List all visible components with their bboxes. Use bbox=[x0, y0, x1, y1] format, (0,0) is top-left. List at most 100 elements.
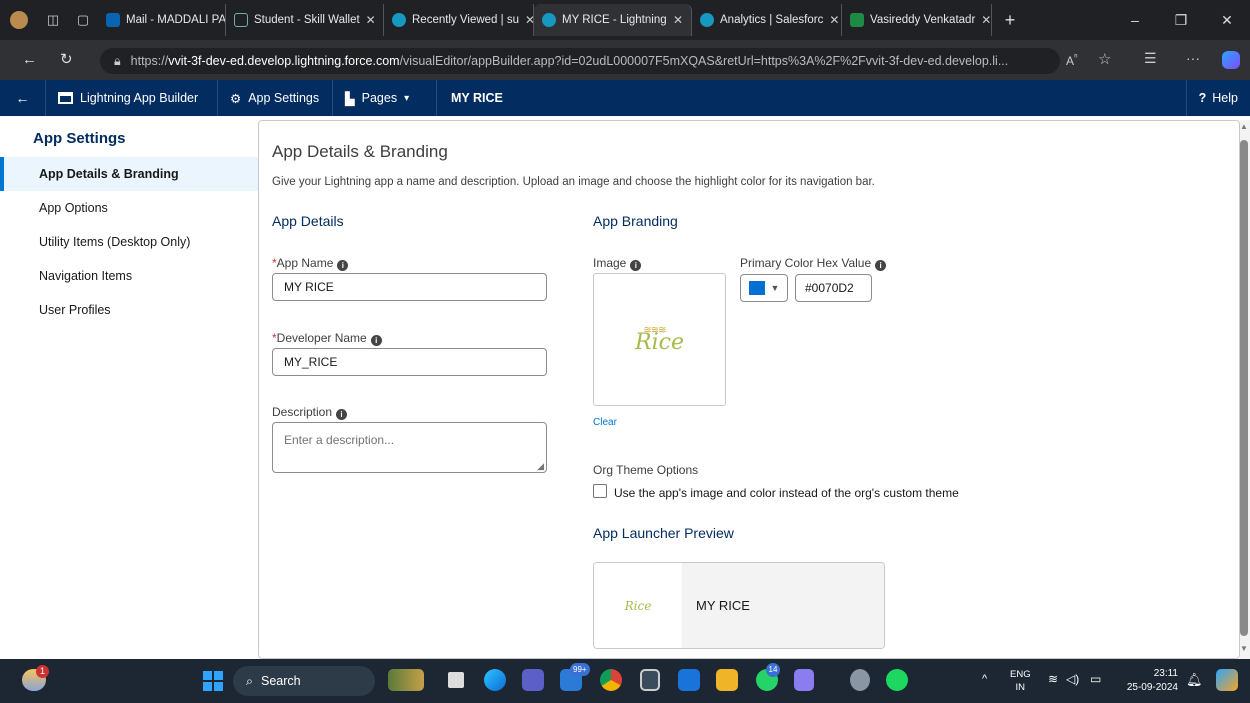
file-explorer-icon[interactable] bbox=[716, 669, 738, 691]
edge-icon[interactable] bbox=[484, 669, 506, 691]
close-icon[interactable]: ✕ bbox=[829, 13, 839, 27]
salesforce-cloud-icon bbox=[700, 13, 714, 27]
gear-icon: ⚙ bbox=[230, 91, 242, 106]
color-hex-field[interactable]: #0070D2 bbox=[795, 274, 872, 302]
info-icon[interactable]: i bbox=[336, 409, 348, 420]
browser-tab-strip: ◫ ▢ Mail - MADDALI PA/✕ Student - Skill … bbox=[0, 0, 1250, 40]
tab-vasireddy[interactable]: Vasireddy Venkatadr ✕ bbox=[842, 4, 992, 36]
sidebar-item-user-profiles[interactable]: User Profiles bbox=[0, 293, 258, 327]
teams-icon[interactable] bbox=[522, 669, 544, 691]
skill-wallet-icon bbox=[234, 13, 248, 27]
tab-actions-icon[interactable]: ▢ bbox=[68, 12, 98, 28]
widgets-icon[interactable] bbox=[388, 669, 424, 691]
notification-bell-icon[interactable]: 🔔︎ bbox=[1186, 672, 1203, 688]
preview-app-name: MY RICE bbox=[682, 563, 884, 648]
page-icon: ▙ bbox=[345, 91, 355, 106]
more-icon[interactable]: ··· bbox=[1186, 50, 1200, 66]
resize-handle-icon[interactable]: ◢ bbox=[537, 461, 544, 472]
address-bar[interactable]: 🔒︎ https://vvit-3f-dev-ed.develop.lightn… bbox=[100, 48, 1060, 74]
browser-toolbar: ← ↻ 🔒︎ https://vvit-3f-dev-ed.develop.li… bbox=[0, 40, 1250, 80]
windows-taskbar: 1 ⌕ Search 99+ 14 ^ ENG IN ≋ ◁) ▭ 23:11 25… bbox=[0, 659, 1250, 703]
info-icon[interactable]: i bbox=[337, 260, 349, 271]
chevron-down-icon: ▼ bbox=[770, 283, 780, 293]
close-icon[interactable]: ✕ bbox=[366, 13, 376, 27]
new-tab-button[interactable]: + bbox=[992, 10, 1028, 31]
close-icon[interactable]: ✕ bbox=[525, 13, 533, 27]
back-arrow-icon: ← bbox=[15, 90, 30, 106]
outlook-icon[interactable] bbox=[678, 669, 700, 691]
lightning-app-builder-label: Lightning App Builder bbox=[46, 80, 218, 116]
language-indicator[interactable]: ENG IN bbox=[1010, 668, 1031, 694]
app-launcher-preview-tile: Rice MY RICE bbox=[593, 562, 885, 649]
image-label: Image i bbox=[593, 256, 642, 271]
close-icon[interactable]: ✕ bbox=[981, 13, 991, 27]
refresh-icon[interactable]: ↻ bbox=[60, 50, 73, 68]
search-icon: ⌕ bbox=[246, 673, 254, 688]
app-image-preview[interactable]: ≋≋≋ Rice bbox=[593, 273, 726, 406]
store-badge: 99+ bbox=[570, 663, 590, 676]
panel-scrollbar-thumb[interactable] bbox=[1240, 140, 1248, 636]
wifi-icon[interactable]: ≋ bbox=[1048, 672, 1058, 686]
scroll-down-icon[interactable]: ▼ bbox=[1240, 644, 1248, 653]
help-button[interactable]: ? Help bbox=[1185, 80, 1250, 116]
color-swatch bbox=[748, 281, 765, 295]
copilot-icon[interactable] bbox=[1222, 51, 1240, 69]
taskbar-search-box[interactable]: ⌕ Search bbox=[233, 666, 375, 696]
sidebar-item-app-options[interactable]: App Options bbox=[0, 191, 258, 225]
close-window-button[interactable]: ✕ bbox=[1204, 12, 1250, 29]
close-icon[interactable]: ✕ bbox=[673, 13, 683, 27]
minimize-button[interactable]: – bbox=[1112, 12, 1158, 29]
preview-logo: Rice bbox=[594, 563, 682, 648]
calculator-icon[interactable] bbox=[640, 669, 660, 691]
tab-recently-viewed[interactable]: Recently Viewed | su✕ bbox=[384, 4, 534, 36]
sheets-icon bbox=[850, 13, 864, 27]
clock[interactable]: 23:11 25-09-2024 bbox=[1122, 667, 1178, 695]
tab-mail[interactable]: Mail - MADDALI PA/✕ bbox=[98, 4, 226, 36]
info-icon[interactable]: i bbox=[630, 260, 642, 271]
sidebar-item-app-details-branding[interactable]: App Details & Branding bbox=[0, 157, 258, 191]
tab-analytics[interactable]: Analytics | Salesforc ✕ bbox=[692, 4, 842, 36]
scroll-up-icon[interactable]: ▲ bbox=[1240, 122, 1248, 131]
chrome-icon[interactable] bbox=[600, 669, 622, 691]
info-icon[interactable]: i bbox=[370, 335, 382, 346]
settings-gear-icon[interactable] bbox=[850, 669, 870, 691]
app-details-panel: App Details & Branding Give your Lightni… bbox=[258, 120, 1240, 659]
battery-icon[interactable]: ▭ bbox=[1090, 672, 1101, 686]
windows-start-icon[interactable] bbox=[203, 671, 223, 691]
developer-name-field[interactable]: MY_RICE bbox=[272, 348, 547, 376]
workspaces-icon[interactable]: ◫ bbox=[38, 12, 68, 28]
clear-image-link[interactable]: Clear bbox=[593, 417, 617, 428]
task-view-icon[interactable] bbox=[448, 672, 464, 688]
info-icon[interactable]: i bbox=[875, 260, 887, 271]
lock-icon: 🔒︎ bbox=[114, 53, 121, 68]
header-app-name: MY RICE bbox=[451, 91, 503, 105]
snipping-tool-icon[interactable] bbox=[794, 669, 814, 691]
page-title: App Details & Branding bbox=[272, 142, 448, 161]
sidebar-item-utility-items[interactable]: Utility Items (Desktop Only) bbox=[0, 225, 258, 259]
description-textarea[interactable]: Enter a description... ◢ bbox=[272, 422, 547, 473]
copilot-taskbar-icon[interactable] bbox=[1216, 669, 1238, 691]
app-name-field[interactable]: MY RICE bbox=[272, 273, 547, 301]
profile-avatar[interactable] bbox=[0, 11, 38, 29]
sidebar-item-navigation-items[interactable]: Navigation Items bbox=[0, 259, 258, 293]
favorite-icon[interactable]: ☆ bbox=[1098, 50, 1111, 68]
org-theme-checkbox[interactable] bbox=[593, 484, 607, 498]
spotify-icon[interactable] bbox=[886, 669, 908, 691]
app-settings-button[interactable]: ⚙ App Settings bbox=[218, 80, 333, 116]
tab-skill-wallet[interactable]: Student - Skill Wallet ✕ bbox=[226, 4, 384, 36]
favorites-bar-icon[interactable]: ☰ bbox=[1144, 50, 1157, 67]
restore-button[interactable]: ❐ bbox=[1158, 12, 1204, 29]
color-picker-button[interactable]: ▼ bbox=[740, 274, 788, 302]
question-icon: ? bbox=[1198, 91, 1207, 105]
volume-icon[interactable]: ◁) bbox=[1066, 672, 1079, 686]
app-branding-heading: App Branding bbox=[593, 213, 678, 229]
salesforce-cloud-icon bbox=[392, 13, 406, 27]
read-aloud-icon[interactable]: Aⁿ bbox=[1066, 52, 1078, 68]
pages-menu-button[interactable]: ▙ Pages ▾ bbox=[333, 80, 437, 116]
settings-sidebar: App Settings App Details & Branding App … bbox=[0, 116, 258, 659]
back-icon[interactable]: ← bbox=[22, 51, 37, 68]
show-hidden-icons-icon[interactable]: ^ bbox=[982, 673, 987, 685]
back-button[interactable]: ← bbox=[0, 80, 46, 116]
salesforce-cloud-icon bbox=[542, 13, 556, 27]
tab-my-rice[interactable]: MY RICE - Lightning ✕ bbox=[534, 4, 692, 36]
